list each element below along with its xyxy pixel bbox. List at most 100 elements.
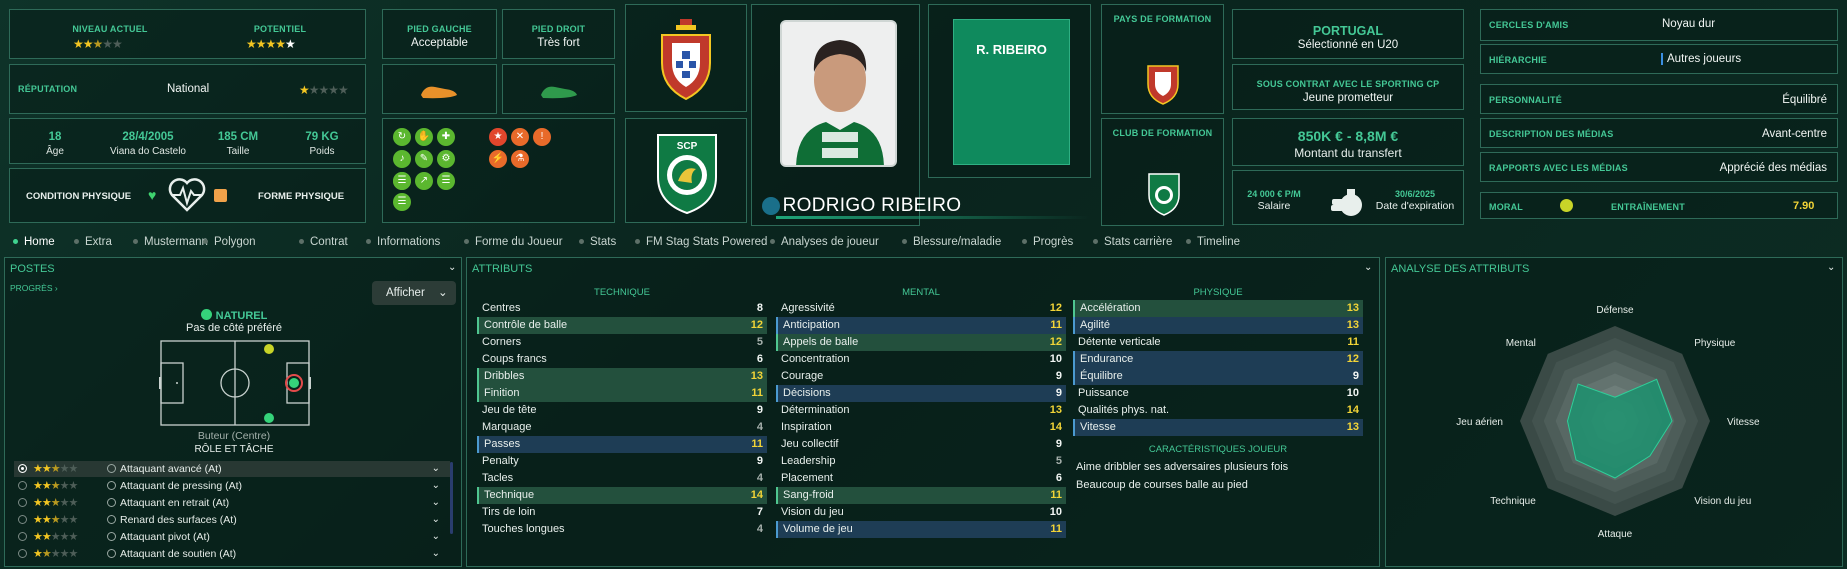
salary-label: Salaire [1257, 200, 1291, 212]
attribute-row[interactable]: Tacles 4 [477, 470, 767, 487]
role-radio[interactable] [18, 498, 27, 507]
postes-collapse-icon[interactable]: ⌄ [448, 262, 456, 273]
attribute-row[interactable]: Corners 5 [477, 334, 767, 351]
tab-contrat[interactable]: Contrat [299, 236, 348, 248]
tab-dot-icon [1186, 239, 1191, 245]
tab-progr-s[interactable]: Progrès [1022, 236, 1073, 248]
tab-analyses-de-joueur[interactable]: Analyses de joueur [770, 236, 879, 248]
progres-link[interactable]: PROGRÈS › [10, 283, 58, 293]
attribute-row[interactable]: Sang-froid 11 [776, 487, 1066, 504]
role-info-icon[interactable] [107, 549, 116, 558]
trait-negative-icon[interactable]: ✕ [511, 128, 529, 146]
role-radio[interactable] [18, 515, 27, 524]
role-info-icon[interactable] [107, 464, 116, 473]
chevron-down-icon[interactable]: ⌄ [432, 461, 440, 477]
role-row[interactable]: ★★★★★ Attaquant de pressing (At) ⌄ [14, 478, 450, 494]
attribute-row[interactable]: Tirs de loin 7 [477, 504, 767, 521]
attribute-row[interactable]: Contrôle de balle 12 [477, 317, 767, 334]
attribute-name: Équilibre [1080, 370, 1123, 382]
trait-icon[interactable]: ✎ [415, 150, 433, 168]
roles-scrollbar[interactable] [450, 462, 453, 534]
attribute-row[interactable]: Inspiration 14 [776, 419, 1066, 436]
tab-blessure-maladie[interactable]: Blessure/maladie [902, 236, 1001, 248]
role-row[interactable]: ★★★★★ Attaquant en retrait (At) ⌄ [14, 495, 450, 511]
trait-icon[interactable]: ☰ [393, 172, 411, 190]
trait-icon[interactable]: ✋ [415, 128, 433, 146]
attribute-row[interactable]: Agressivité 12 [776, 300, 1066, 317]
role-info-icon[interactable] [107, 532, 116, 541]
trait-icon[interactable]: ✚ [437, 128, 455, 146]
attribute-row[interactable]: Passes 11 [477, 436, 767, 453]
attribute-row[interactable]: Courage 9 [776, 368, 1066, 385]
trait-negative-icon[interactable]: ⚡ [489, 150, 507, 168]
tab-extra[interactable]: Extra [74, 236, 112, 248]
attribute-row[interactable]: Appels de balle 12 [776, 334, 1066, 351]
attribute-row[interactable]: Placement 6 [776, 470, 1066, 487]
attribute-row[interactable]: Concentration 10 [776, 351, 1066, 368]
tab-stats[interactable]: Stats [579, 236, 616, 248]
chevron-down-icon[interactable]: ⌄ [432, 546, 440, 562]
role-row[interactable]: ★★★★★ Attaquant pivot (At) ⌄ [14, 529, 450, 545]
role-radio[interactable] [18, 464, 27, 473]
tab-forme-du-joueur[interactable]: Forme du Joueur [464, 236, 563, 248]
afficher-button[interactable]: Afficher ⌄ [372, 281, 456, 305]
role-row[interactable]: ★★★★★ Attaquant de soutien (At) ⌄ [14, 546, 450, 562]
attribute-row[interactable]: Puissance 10 [1073, 385, 1363, 402]
attribute-row[interactable]: Penalty 9 [477, 453, 767, 470]
attribute-row[interactable]: Finition 11 [477, 385, 767, 402]
trait-negative-icon[interactable]: ★ [489, 128, 507, 146]
attributs-collapse-icon[interactable]: ⌄ [1364, 262, 1372, 273]
attribute-row[interactable]: Équilibre 9 [1073, 368, 1363, 385]
tab-informations[interactable]: Informations [366, 236, 440, 248]
trait-negative-icon[interactable]: ! [533, 128, 551, 146]
tab-polygon[interactable]: Polygon [203, 236, 256, 248]
trait-negative-icon[interactable]: ⚗ [511, 150, 529, 168]
attribute-row[interactable]: Technique 14 [477, 487, 767, 504]
trait-icon[interactable]: ⚙ [437, 150, 455, 168]
attribute-row[interactable]: Accélération 13 [1073, 300, 1363, 317]
role-row[interactable]: ★★★★★ Renard des surfaces (At) ⌄ [14, 512, 450, 528]
attribute-row[interactable]: Volume de jeu 11 [776, 521, 1066, 538]
club-panel: SCP [625, 118, 747, 223]
role-info-icon[interactable] [107, 498, 116, 507]
role-radio[interactable] [18, 481, 27, 490]
attribute-row[interactable]: Marquage 4 [477, 419, 767, 436]
chevron-down-icon[interactable]: ⌄ [432, 512, 440, 528]
attribute-row[interactable]: Dribbles 13 [477, 368, 767, 385]
attribute-row[interactable]: Touches longues 4 [477, 521, 767, 538]
role-info-icon[interactable] [107, 515, 116, 524]
attribute-row[interactable]: Vitesse 13 [1073, 419, 1363, 436]
tab-mustermann[interactable]: Mustermann [133, 236, 208, 248]
attribute-row[interactable]: Agilité 13 [1073, 317, 1363, 334]
trait-icon[interactable]: ♪ [393, 150, 411, 168]
tab-dot-icon [299, 239, 304, 245]
attribute-row[interactable]: Jeu collectif 9 [776, 436, 1066, 453]
trait-icon[interactable]: ↗ [415, 172, 433, 190]
attribute-row[interactable]: Leadership 5 [776, 453, 1066, 470]
tab-home[interactable]: Home [13, 236, 55, 248]
attribute-row[interactable]: Jeu de tête 9 [477, 402, 767, 419]
tab-fm-stag-stats-powered[interactable]: FM Stag Stats Powered [635, 236, 767, 248]
attribute-row[interactable]: Centres 8 [477, 300, 767, 317]
chevron-down-icon[interactable]: ⌄ [432, 478, 440, 494]
tab-stats-carri-re[interactable]: Stats carrière [1093, 236, 1172, 248]
attribute-row[interactable]: Endurance 12 [1073, 351, 1363, 368]
role-info-icon[interactable] [107, 481, 116, 490]
attribute-row[interactable]: Détermination 13 [776, 402, 1066, 419]
trait-icon[interactable]: ☰ [437, 172, 455, 190]
attribute-row[interactable]: Détente verticale 11 [1073, 334, 1363, 351]
attribute-row[interactable]: Coups francs 6 [477, 351, 767, 368]
attribute-row[interactable]: Anticipation 11 [776, 317, 1066, 334]
tab-timeline[interactable]: Timeline [1186, 236, 1240, 248]
chevron-down-icon[interactable]: ⌄ [432, 529, 440, 545]
role-row[interactable]: ★★★★★ Attaquant avancé (At) ⌄ [14, 461, 450, 477]
role-radio[interactable] [18, 549, 27, 558]
chevron-down-icon[interactable]: ⌄ [432, 495, 440, 511]
trait-icon[interactable]: ↻ [393, 128, 411, 146]
role-radio[interactable] [18, 532, 27, 541]
attribute-row[interactable]: Vision du jeu 10 [776, 504, 1066, 521]
attribute-name: Contrôle de balle [484, 319, 568, 331]
trait-icon[interactable]: ☰ [393, 193, 411, 211]
attribute-row[interactable]: Décisions 9 [776, 385, 1066, 402]
attribute-row[interactable]: Qualités phys. nat. 14 [1073, 402, 1363, 419]
